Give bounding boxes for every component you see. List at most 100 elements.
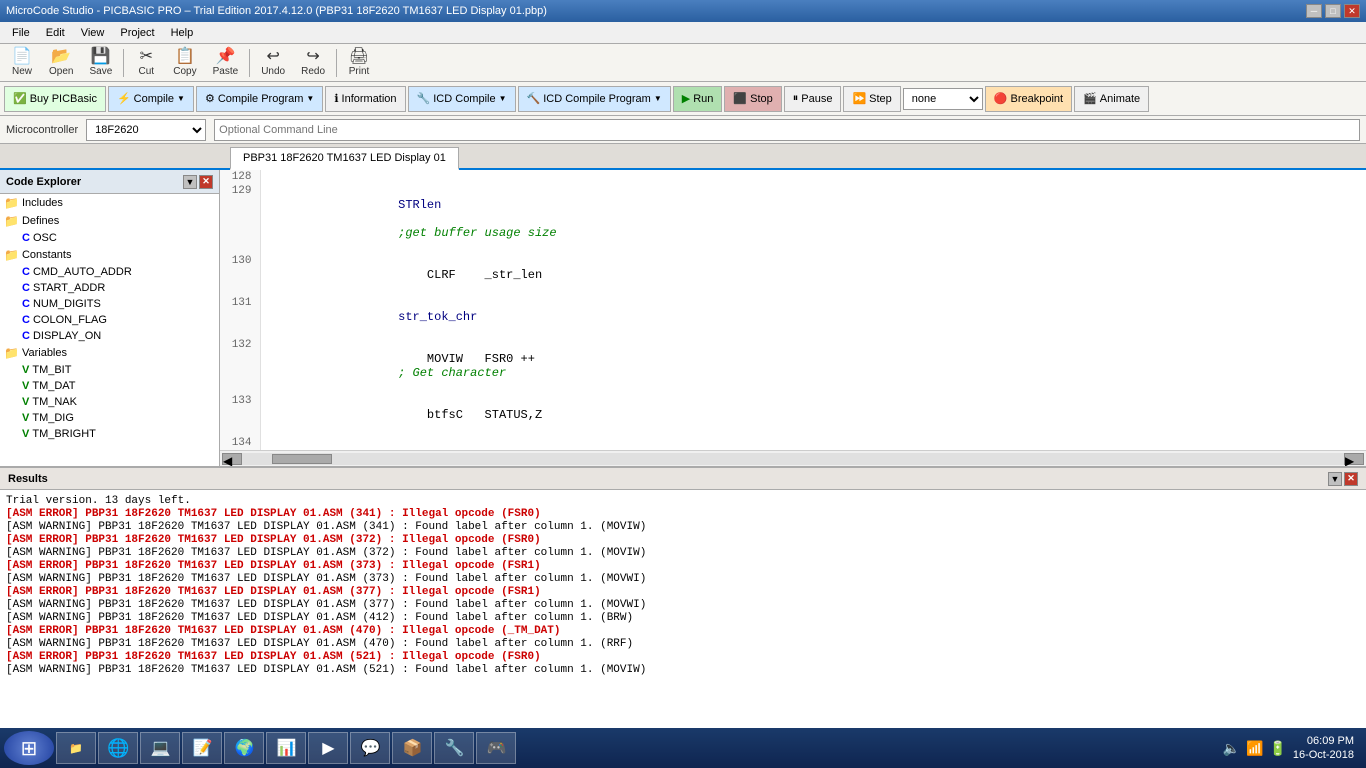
taskbar-item-1[interactable]: 💻 — [140, 732, 180, 764]
file-manager-icon: 📁 — [69, 742, 83, 755]
compile-dropdown-arrow[interactable]: ▼ — [177, 94, 185, 103]
optional-cmd-input[interactable] — [214, 119, 1360, 141]
code-text — [260, 170, 1366, 184]
tree-node-tm-bit[interactable]: V TM_BIT — [0, 362, 219, 378]
tray-icon-2[interactable]: 📶 — [1246, 740, 1263, 757]
maximize-button[interactable]: □ — [1325, 4, 1341, 18]
tree-label-tm-dig: TM_DIG — [32, 412, 74, 424]
paste-button[interactable]: 📌 Paste — [206, 46, 246, 80]
tree-label-tm-dat: TM_DAT — [32, 380, 75, 392]
tree-node-tm-dig[interactable]: V TM_DIG — [0, 410, 219, 426]
taskbar-item-5[interactable]: ▶ — [308, 732, 348, 764]
tree-node-display-on[interactable]: C DISPLAY_ON — [0, 328, 219, 344]
pause-button[interactable]: ⏸ Pause — [784, 86, 842, 112]
clock[interactable]: 06:09 PM 16-Oct-2018 — [1293, 734, 1354, 763]
icd-compile-program-button[interactable]: 🔨 ICD Compile Program ▼ — [518, 86, 671, 112]
tree-node-includes[interactable]: 📁 Includes — [0, 194, 219, 212]
explorer-close-button[interactable]: ✕ — [199, 175, 213, 189]
code-table: 128 129 STRlen ;get buffer usage size — [220, 170, 1366, 450]
save-button[interactable]: 💾 Save — [82, 46, 119, 80]
tree-node-cmd-auto-addr[interactable]: C CMD_AUTO_ADDR — [0, 264, 219, 280]
taskbar-item-4[interactable]: 📊 — [266, 732, 306, 764]
breakpoint-button[interactable]: 🔴 Breakpoint — [985, 86, 1072, 112]
cut-button[interactable]: ✂ Cut — [128, 46, 164, 80]
code-content[interactable]: 128 129 STRlen ;get buffer usage size — [220, 170, 1366, 450]
copy-button[interactable]: 📋 Copy — [166, 46, 203, 80]
tray-icon-3[interactable]: 🔋 — [1269, 740, 1286, 757]
print-button[interactable]: 🖨 Print — [341, 46, 377, 80]
tray-icon-1[interactable]: 🔈 — [1223, 740, 1240, 757]
menu-project[interactable]: Project — [112, 25, 162, 41]
icd-compile-program-dropdown[interactable]: ▼ — [654, 94, 662, 103]
separator2 — [249, 49, 250, 77]
code-comment: ;get buffer usage size — [398, 226, 556, 240]
tree-node-constants[interactable]: 📁 Constants — [0, 246, 219, 264]
stop-button[interactable]: ⬛ Stop — [724, 86, 781, 112]
icd-compile-button[interactable]: 🔧 ICD Compile ▼ — [408, 86, 516, 112]
scroll-right[interactable]: ▶ — [1344, 453, 1364, 465]
tree-label-colon-flag: COLON_FLAG — [33, 314, 107, 326]
buy-picbasic-button[interactable]: ✅ Buy PICBasic — [4, 86, 106, 112]
scroll-thumb[interactable] — [272, 454, 332, 464]
tree-node-tm-nak[interactable]: V TM_NAK — [0, 394, 219, 410]
tree-node-defines[interactable]: 📁 Defines — [0, 212, 219, 230]
compile-button[interactable]: ⚡ Compile ▼ — [108, 86, 194, 112]
tree-label-start-addr: START_ADDR — [33, 282, 105, 294]
taskbar-item-8[interactable]: 🔧 — [434, 732, 474, 764]
step-button[interactable]: ⏩ Step — [843, 86, 900, 112]
new-button[interactable]: 📄 New — [4, 46, 40, 80]
tab-bar: PBP31 18F2620 TM1637 LED Display 01 — [0, 144, 1366, 170]
tree-node-variables[interactable]: 📁 Variables — [0, 344, 219, 362]
taskbar-item-3[interactable]: 🌍 — [224, 732, 264, 764]
scroll-track[interactable] — [242, 453, 1344, 465]
menu-edit[interactable]: Edit — [38, 25, 73, 41]
tree-node-tm-dat[interactable]: V TM_DAT — [0, 378, 219, 394]
results-content[interactable]: Trial version. 13 days left. [ASM ERROR]… — [0, 490, 1366, 746]
undo-button[interactable]: ↩ Undo — [254, 46, 292, 80]
taskbar-item-2[interactable]: 📝 — [182, 732, 222, 764]
paste-icon: 📌 — [215, 49, 235, 65]
save-label: Save — [89, 66, 112, 77]
scroll-left[interactable]: ◀ — [222, 453, 242, 465]
minimize-button[interactable]: ─ — [1306, 4, 1322, 18]
information-button[interactable]: ℹ Information — [325, 86, 405, 112]
tree-node-tm-bright[interactable]: V TM_BRIGHT — [0, 426, 219, 442]
taskbar-icon-4: 📊 — [276, 738, 296, 758]
tab-0[interactable]: PBP31 18F2620 TM1637 LED Display 01 — [230, 147, 459, 170]
redo-button[interactable]: ↪ Redo — [294, 46, 332, 80]
compile-program-dropdown-arrow[interactable]: ▼ — [306, 94, 314, 103]
results-close-button[interactable]: ✕ — [1344, 472, 1358, 486]
run-button[interactable]: ▶ Run — [673, 86, 723, 112]
taskbar-item-9[interactable]: 🎮 — [476, 732, 516, 764]
open-button[interactable]: 📂 Open — [42, 46, 80, 80]
taskbar-browser[interactable]: 🌐 — [98, 732, 138, 764]
tree-node-num-digits[interactable]: C NUM_DIGITS — [0, 296, 219, 312]
results-collapse-button[interactable]: ▼ — [1328, 472, 1342, 486]
close-button[interactable]: ✕ — [1344, 4, 1360, 18]
menu-help[interactable]: Help — [163, 25, 202, 41]
cut-label: Cut — [138, 66, 154, 77]
tree-label-num-digits: NUM_DIGITS — [33, 298, 101, 310]
compile-program-button[interactable]: ⚙ Compile Program ▼ — [196, 86, 323, 112]
line-number: 129 — [220, 184, 260, 254]
taskbar-item-7[interactable]: 📦 — [392, 732, 432, 764]
taskbar-item-6[interactable]: 💬 — [350, 732, 390, 764]
step-select[interactable]: none — [903, 88, 983, 110]
explorer-pin-button[interactable]: ▼ — [183, 175, 197, 189]
animate-button[interactable]: 🎬 Animate — [1074, 86, 1149, 112]
menu-file[interactable]: File — [4, 25, 38, 41]
menu-view[interactable]: View — [73, 25, 113, 41]
microcontroller-select[interactable]: 18F2620 — [86, 119, 206, 141]
list-item: [ASM WARNING] PBP31 18F2620 TM1637 LED D… — [6, 547, 1360, 559]
horizontal-scrollbar[interactable]: ◀ ▶ — [220, 450, 1366, 466]
list-item: [ASM WARNING] PBP31 18F2620 TM1637 LED D… — [6, 521, 1360, 533]
table-row: 134 goto exit_str_null ; EXIT ON Null ch… — [220, 436, 1366, 450]
tree-node-start-addr[interactable]: C START_ADDR — [0, 280, 219, 296]
tree-node-osc[interactable]: C OSC — [0, 230, 219, 246]
icd-compile-dropdown[interactable]: ▼ — [499, 94, 507, 103]
list-item: [ASM ERROR] PBP31 18F2620 TM1637 LED DIS… — [6, 625, 1360, 637]
tree-node-colon-flag[interactable]: C COLON_FLAG — [0, 312, 219, 328]
taskbar-file-manager[interactable]: 📁 — [56, 732, 96, 764]
folder-icon-defines: 📁 — [4, 214, 19, 228]
start-button[interactable]: ⊞ — [4, 731, 54, 765]
